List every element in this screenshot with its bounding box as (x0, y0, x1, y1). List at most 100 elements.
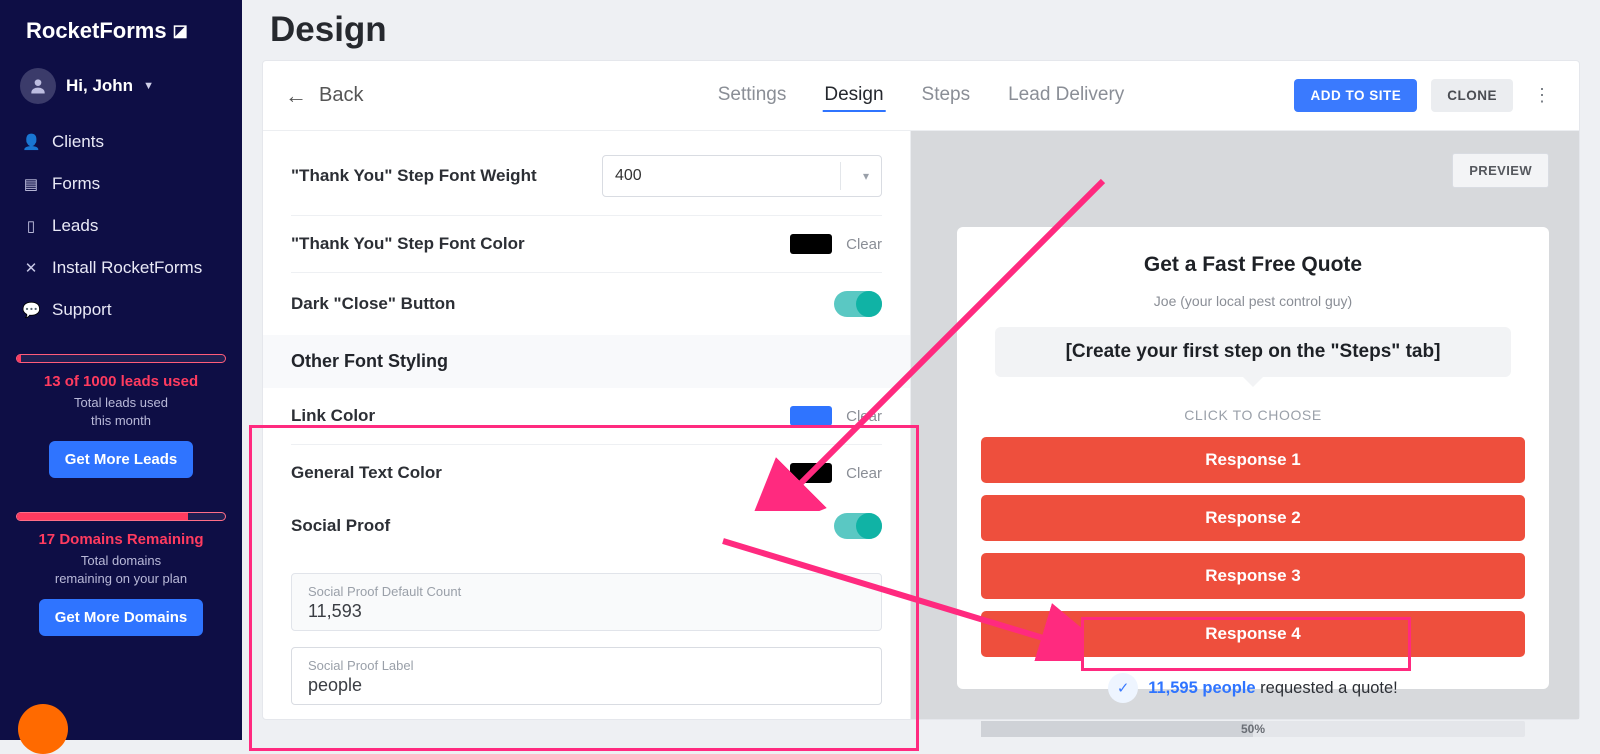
social-proof-count-input[interactable]: Social Proof Default Count 11,593 (291, 573, 882, 631)
card-body: "Thank You" Step Font Weight 400 ▾ "Than… (263, 131, 1579, 719)
sidebar-item-support[interactable]: 💬 Support (16, 290, 226, 330)
select-value: 400 (615, 167, 642, 185)
leads-meter-label: 13 of 1000 leads used (16, 373, 226, 390)
tab-lead-delivery[interactable]: Lead Delivery (1006, 80, 1126, 112)
color-swatch[interactable] (790, 463, 832, 483)
sidebar-item-label: Forms (52, 174, 100, 194)
section-header-other-font: Other Font Styling (263, 335, 910, 388)
setting-label: Social Proof (291, 516, 390, 536)
preview-social-proof: ✓ 11,595 people requested a quote! (981, 673, 1525, 703)
dark-close-toggle[interactable] (834, 291, 882, 317)
add-to-site-button[interactable]: ADD TO SITE (1294, 79, 1417, 112)
brand-logo[interactable]: RocketForms ◪ (16, 12, 226, 62)
sidebar-item-label: Clients (52, 132, 104, 152)
font-weight-select[interactable]: 400 ▾ (602, 155, 882, 197)
social-proof-toggle[interactable] (834, 513, 882, 539)
domains-meter-label: 17 Domains Remaining (16, 531, 226, 548)
editor-tabs: Settings Design Steps Lead Delivery (716, 80, 1127, 112)
progress-text: 50% (981, 721, 1525, 737)
leads-usage-meter: 13 of 1000 leads used Total leads usedth… (16, 354, 226, 478)
setting-thankyou-font-color: "Thank You" Step Font Color Clear (291, 216, 882, 273)
leads-meter-track (16, 354, 226, 363)
setting-label: Dark "Close" Button (291, 294, 455, 314)
domains-meter-sub: Total domainsremaining on your plan (16, 552, 226, 587)
sidebar-item-forms[interactable]: ▤ Forms (16, 164, 226, 204)
chevron-down-icon: ▼ (143, 80, 154, 92)
response-button[interactable]: Response 1 (981, 437, 1525, 483)
sidebar-item-label: Install RocketForms (52, 258, 202, 278)
form-preview: Get a Fast Free Quote Joe (your local pe… (957, 227, 1549, 689)
editor-card: ← Back Settings Design Steps Lead Delive… (262, 60, 1580, 720)
sidebar: RocketForms ◪ Hi, John ▼ 👤 Clients ▤ For… (0, 0, 242, 740)
preview-subtitle: Joe (your local pest control guy) (981, 293, 1525, 309)
get-more-domains-button[interactable]: Get More Domains (39, 599, 204, 636)
person-icon: 👤 (22, 133, 40, 151)
preview-responses: Response 1 Response 2 Response 3 Respons… (981, 437, 1525, 657)
sidebar-item-label: Leads (52, 216, 98, 236)
leads-meter-sub: Total leads usedthis month (16, 394, 226, 429)
preview-panel: PREVIEW Get a Fast Free Quote Joe (your … (911, 131, 1579, 719)
sp-label: people (1202, 679, 1255, 697)
clear-color-button[interactable]: Clear (846, 236, 882, 253)
preview-step-placeholder: [Create your first step on the "Steps" t… (995, 327, 1511, 377)
tools-icon: ✕ (22, 259, 40, 277)
setting-social-proof-toggle: Social Proof (291, 487, 882, 557)
preview-progress: 50% (981, 721, 1525, 737)
id-card-icon: ▯ (22, 217, 40, 235)
setting-label: Link Color (291, 406, 375, 426)
domains-usage-meter: 17 Domains Remaining Total domainsremain… (16, 512, 226, 636)
chat-fab[interactable] (18, 704, 68, 754)
sp-text: requested a quote! (1260, 679, 1398, 697)
preview-title: Get a Fast Free Quote (981, 253, 1525, 277)
design-settings-panel[interactable]: "Thank You" Step Font Weight 400 ▾ "Than… (263, 131, 911, 719)
input-label: Social Proof Default Count (308, 584, 865, 599)
more-menu-icon[interactable]: ⋮ (1527, 81, 1557, 110)
color-swatch[interactable] (790, 406, 832, 426)
back-label: Back (319, 84, 363, 107)
avatar-icon (20, 68, 56, 104)
card-header: ← Back Settings Design Steps Lead Delive… (263, 61, 1579, 131)
tab-settings[interactable]: Settings (716, 80, 789, 112)
page-title: Design (242, 0, 1600, 54)
header-actions: ADD TO SITE CLONE ⋮ (1294, 79, 1557, 112)
setting-link-color: Link Color Clear (291, 388, 882, 445)
domains-meter-fill (17, 513, 188, 520)
sidebar-item-clients[interactable]: 👤 Clients (16, 122, 226, 162)
sp-count: 11,595 (1148, 679, 1198, 697)
user-greeting: Hi, John (66, 76, 133, 96)
chart-icon: ◪ (173, 21, 188, 41)
input-value: 11,593 (308, 601, 865, 622)
main-content: Design ← Back Settings Design Steps Lead… (242, 0, 1600, 740)
input-value: people (308, 675, 865, 696)
setting-general-text-color: General Text Color Clear (291, 445, 882, 487)
tab-steps[interactable]: Steps (920, 80, 973, 112)
clear-color-button[interactable]: Clear (846, 408, 882, 425)
arrow-left-icon: ← (285, 83, 307, 109)
setting-label: "Thank You" Step Font Color (291, 234, 525, 254)
sidebar-item-leads[interactable]: ▯ Leads (16, 206, 226, 246)
user-menu[interactable]: Hi, John ▼ (16, 62, 226, 122)
preview-button[interactable]: PREVIEW (1452, 153, 1549, 188)
tab-design[interactable]: Design (822, 80, 885, 112)
setting-label: General Text Color (291, 463, 442, 483)
check-icon: ✓ (1108, 673, 1138, 703)
chat-icon: 💬 (22, 301, 40, 319)
setting-thankyou-font-weight: "Thank You" Step Font Weight 400 ▾ (291, 137, 882, 216)
chevron-down-icon: ▾ (863, 169, 869, 183)
color-swatch[interactable] (790, 234, 832, 254)
clear-color-button[interactable]: Clear (846, 465, 882, 482)
response-button[interactable]: Response 4 (981, 611, 1525, 657)
setting-label: "Thank You" Step Font Weight (291, 166, 537, 186)
primary-nav: 👤 Clients ▤ Forms ▯ Leads ✕ Install Rock… (16, 122, 226, 330)
sidebar-item-install[interactable]: ✕ Install RocketForms (16, 248, 226, 288)
back-button[interactable]: ← Back (285, 83, 363, 109)
response-button[interactable]: Response 2 (981, 495, 1525, 541)
brand-name: RocketForms (26, 18, 167, 44)
social-proof-label-input[interactable]: Social Proof Label people (291, 647, 882, 705)
preview-click-to-choose: CLICK TO CHOOSE (981, 407, 1525, 423)
leads-meter-fill (17, 355, 21, 362)
clone-button[interactable]: CLONE (1431, 79, 1513, 112)
response-button[interactable]: Response 3 (981, 553, 1525, 599)
get-more-leads-button[interactable]: Get More Leads (49, 441, 194, 478)
form-icon: ▤ (22, 175, 40, 193)
